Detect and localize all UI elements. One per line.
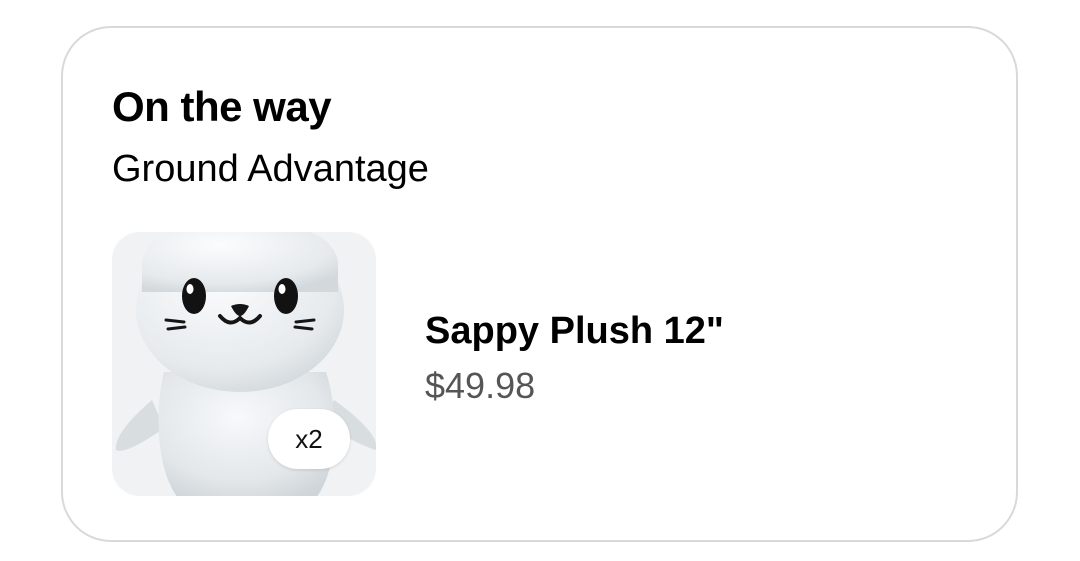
order-item[interactable]: x2 Sappy Plush 12" $49.98 [112,232,976,496]
seal-plush-image[interactable]: x2 [112,232,376,496]
quantity-badge: x2 [268,409,350,469]
shipping-service-label: Ground Advantage [112,148,429,190]
item-name[interactable]: Sappy Plush 12" [425,312,724,350]
shipment-status-title: On the way [112,83,332,130]
item-price: $49.98 [425,365,536,406]
shipment-card[interactable]: On the way Ground Advantage x2 Sappy Plu… [61,26,1018,542]
